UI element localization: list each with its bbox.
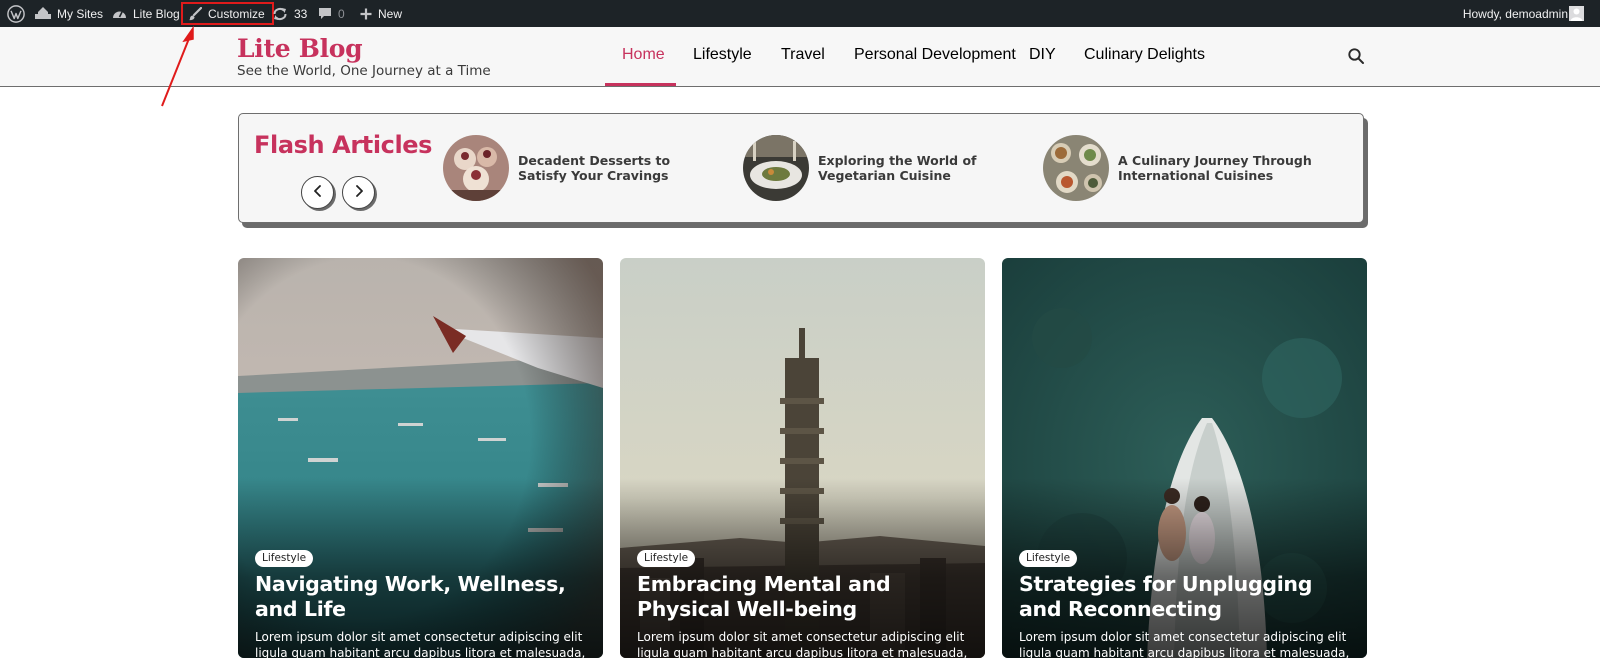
flash-articles-title: Flash Articles <box>254 131 433 159</box>
new-label: New <box>378 6 403 21</box>
flash-article-title: Exploring the World of Vegetarian Cuisin… <box>818 153 977 183</box>
my-sites-menu[interactable]: My Sites <box>35 0 103 27</box>
flash-articles-section: Flash Articles Decadent Desserts to Sati… <box>238 113 1364 223</box>
dashboard-gauge-icon <box>112 7 127 20</box>
chevron-right-icon <box>354 184 364 202</box>
category-badge[interactable]: Lifestyle <box>1019 550 1078 567</box>
nav-travel[interactable]: Travel <box>781 27 825 86</box>
avatar[interactable] <box>1569 6 1584 21</box>
flash-next-button[interactable] <box>342 176 375 209</box>
updates-count: 33 <box>294 6 308 21</box>
post-card[interactable]: Lifestyle Embracing Mental and Physical … <box>620 258 985 658</box>
flash-article-title: Decadent Desserts to Satisfy Your Cravin… <box>518 153 671 183</box>
account-menu[interactable]: Howdy, demoadmin <box>1463 0 1568 27</box>
flash-article-thumbnail <box>743 135 809 201</box>
post-card[interactable]: Lifestyle Navigating Work, Wellness, and… <box>238 258 603 658</box>
category-badge[interactable]: Lifestyle <box>637 550 696 567</box>
post-title[interactable]: Embracing Mental and Physical Well-being <box>637 572 977 622</box>
site-header: Lite Blog See the World, One Journey at … <box>0 27 1600 87</box>
paintbrush-icon <box>188 6 202 21</box>
comments-count: 0 <box>338 6 345 21</box>
site-title[interactable]: Lite Blog <box>237 34 363 63</box>
post-excerpt: Lorem ipsum dolor sit amet consectetur a… <box>1019 630 1350 658</box>
post-title[interactable]: Strategies for Unplugging and Reconnecti… <box>1019 572 1359 622</box>
flash-prev-button[interactable] <box>301 176 334 209</box>
site-name-menu[interactable]: Lite Blog <box>112 0 180 27</box>
nav-home[interactable]: Home <box>622 27 665 86</box>
nav-personal-development[interactable]: Personal Development <box>854 27 1016 86</box>
flash-article-item[interactable]: Decadent Desserts to Satisfy Your Cravin… <box>443 135 723 201</box>
customize-link[interactable]: Customize <box>181 2 274 25</box>
howdy-label: Howdy, demoadmin <box>1462 6 1568 21</box>
my-sites-icon <box>35 6 51 21</box>
flash-article-thumbnail <box>1043 135 1109 201</box>
nav-culinary-delights[interactable]: Culinary Delights <box>1084 27 1205 86</box>
flash-article-item[interactable]: Exploring the World of Vegetarian Cuisin… <box>743 135 1023 201</box>
post-excerpt: Lorem ipsum dolor sit amet consectetur a… <box>255 630 586 658</box>
customize-label: Customize <box>208 6 265 21</box>
plus-icon <box>360 8 372 20</box>
site-tagline: See the World, One Journey at a Time <box>237 63 491 79</box>
flash-article-title: A Culinary Journey Through International… <box>1118 153 1312 183</box>
nav-lifestyle[interactable]: Lifestyle <box>693 27 752 86</box>
category-badge[interactable]: Lifestyle <box>255 550 314 567</box>
refresh-icon <box>272 7 288 21</box>
active-nav-indicator <box>605 83 676 86</box>
wordpress-logo-icon[interactable] <box>4 0 28 27</box>
post-card[interactable]: Lifestyle Strategies for Unplugging and … <box>1002 258 1367 658</box>
flash-article-thumbnail <box>443 135 509 201</box>
updates-link[interactable]: 33 <box>272 0 307 27</box>
flash-article-item[interactable]: A Culinary Journey Through International… <box>1043 135 1323 201</box>
my-sites-label: My Sites <box>57 6 104 21</box>
chevron-left-icon <box>313 184 323 202</box>
search-icon[interactable] <box>1347 47 1365 65</box>
site-name-label: Lite Blog <box>133 6 180 21</box>
post-excerpt: Lorem ipsum dolor sit amet consectetur a… <box>637 630 968 658</box>
speech-bubble-icon <box>318 7 332 20</box>
new-content-menu[interactable]: New <box>360 0 402 27</box>
post-title[interactable]: Navigating Work, Wellness, and Life <box>255 572 595 622</box>
admin-bar: My Sites Lite Blog Customize 33 0 New Ho… <box>0 0 1600 27</box>
nav-diy[interactable]: DIY <box>1029 27 1056 86</box>
comments-link[interactable]: 0 <box>318 0 345 27</box>
